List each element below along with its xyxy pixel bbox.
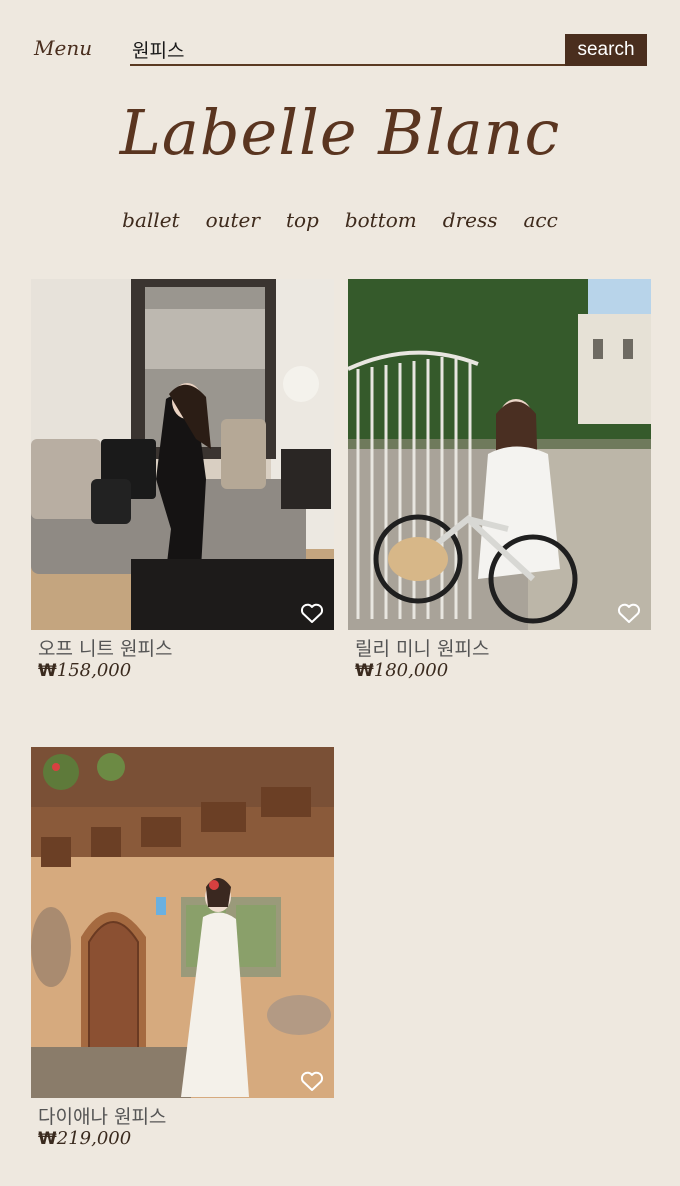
price-value: 219,000 bbox=[56, 1128, 132, 1149]
category-bottom[interactable]: bottom bbox=[345, 208, 417, 232]
product-name[interactable]: 릴리 미니 원피스 bbox=[355, 638, 651, 660]
search-input[interactable] bbox=[130, 34, 566, 66]
category-ballet[interactable]: ballet bbox=[122, 208, 179, 232]
category-acc[interactable]: acc bbox=[524, 208, 558, 232]
heart-icon[interactable] bbox=[300, 1070, 324, 1092]
category-dress[interactable]: dress bbox=[443, 208, 498, 232]
product-image[interactable] bbox=[31, 279, 334, 630]
heart-icon[interactable] bbox=[617, 602, 641, 624]
product-price: ₩219,000 bbox=[38, 1128, 334, 1150]
product-name[interactable]: 다이애나 원피스 bbox=[38, 1106, 334, 1128]
product-card[interactable]: 오프 니트 원피스 ₩158,000 bbox=[31, 279, 334, 682]
search-button[interactable]: search bbox=[565, 34, 647, 66]
category-outer[interactable]: outer bbox=[206, 208, 260, 232]
product-image[interactable] bbox=[348, 279, 651, 630]
category-top[interactable]: top bbox=[286, 208, 319, 232]
category-nav: ballet outer top bottom dress acc bbox=[0, 208, 680, 232]
currency-symbol: ₩ bbox=[355, 661, 374, 681]
product-price: ₩180,000 bbox=[355, 660, 651, 682]
price-value: 158,000 bbox=[56, 660, 132, 681]
currency-symbol: ₩ bbox=[38, 661, 57, 681]
product-price: ₩158,000 bbox=[38, 660, 334, 682]
product-image[interactable] bbox=[31, 747, 334, 1098]
heart-icon[interactable] bbox=[300, 602, 324, 624]
price-value: 180,000 bbox=[373, 660, 449, 681]
menu-button[interactable]: Menu bbox=[34, 36, 92, 60]
product-card[interactable]: 다이애나 원피스 ₩219,000 bbox=[31, 747, 334, 1150]
brand-logo[interactable]: Labelle Blanc bbox=[0, 96, 680, 169]
product-name[interactable]: 오프 니트 원피스 bbox=[38, 638, 334, 660]
currency-symbol: ₩ bbox=[38, 1129, 57, 1149]
product-card[interactable]: 릴리 미니 원피스 ₩180,000 bbox=[348, 279, 651, 682]
